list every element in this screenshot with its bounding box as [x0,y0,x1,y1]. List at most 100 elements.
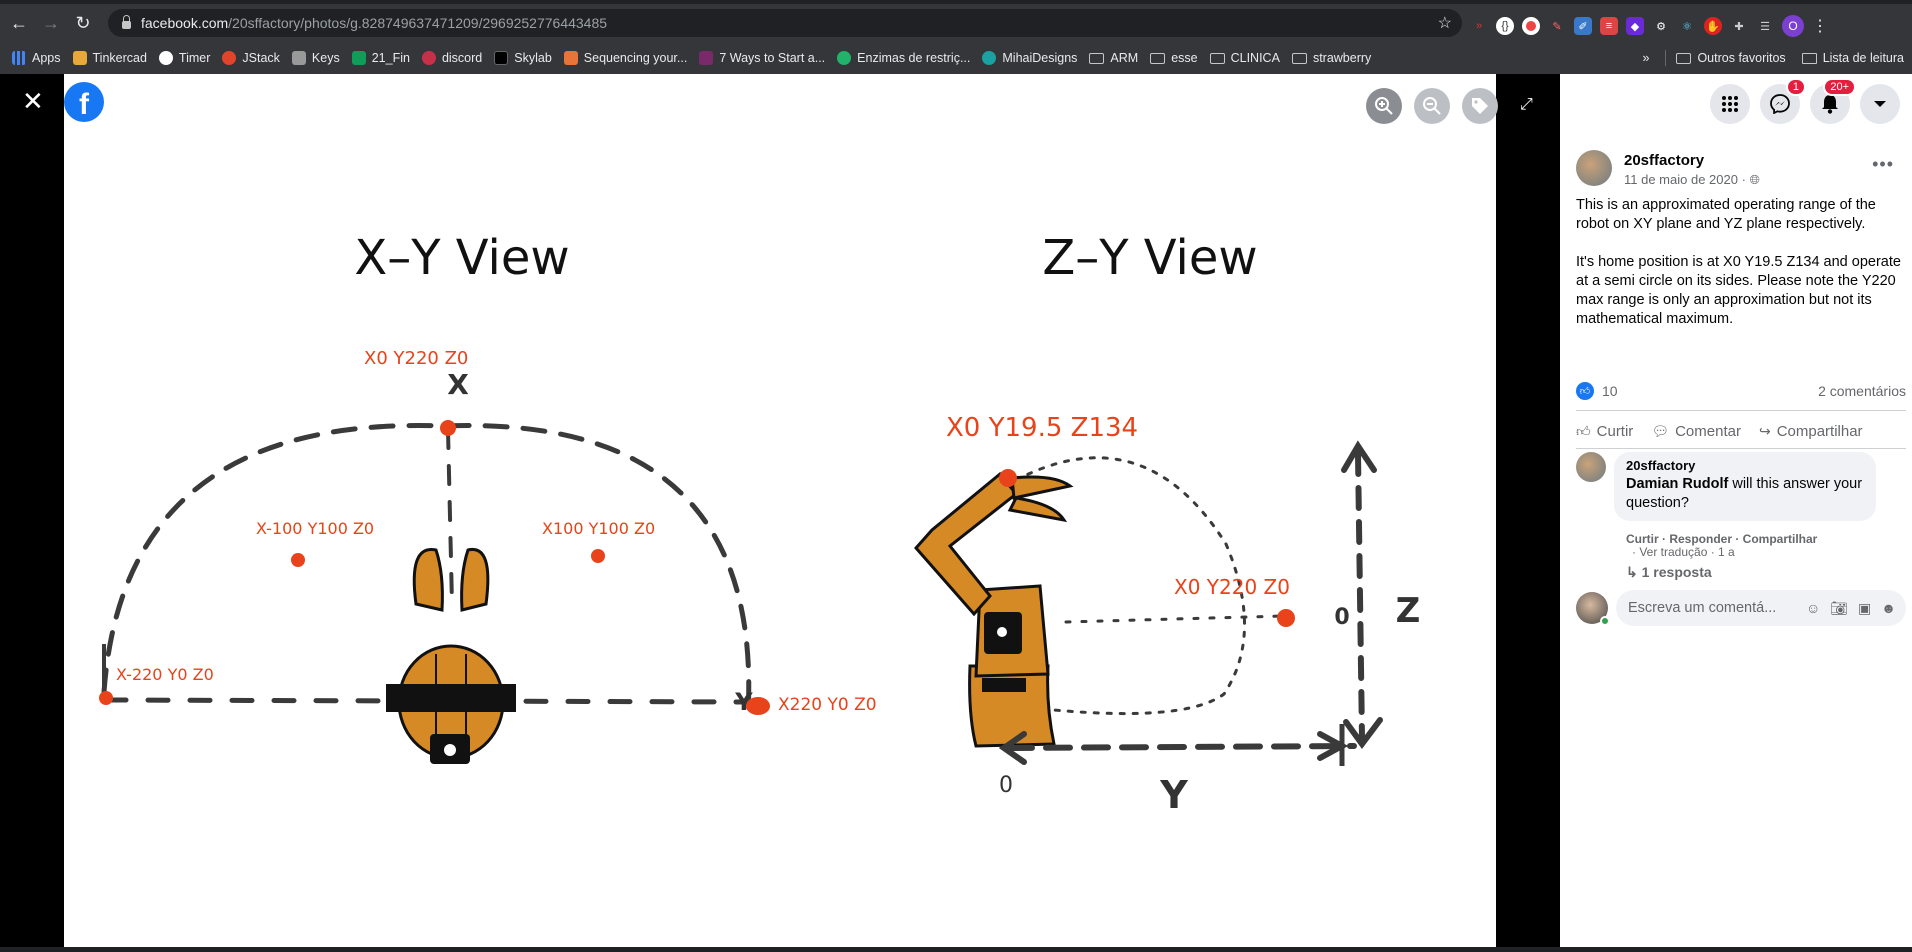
browser-chrome: ← → ↻ facebook.com/20sffactory/photos/g.… [0,0,1912,74]
photo-image: X–Y View Z–Y View X Y X0 Y220 Z0 X-100 Y… [64,74,1496,947]
double-chevron-icon[interactable]: » [1470,17,1488,35]
reactions-bar: 👍︎ 10 2 comentários [1576,382,1906,400]
comment-button[interactable]: 💬︎ Comentar [1651,423,1741,440]
keys-icon [291,51,306,65]
facebook-top-icons: 1 20+ [1710,78,1900,124]
zy-z-axis [1355,451,1365,741]
sticker-icon[interactable]: ☻ [1881,600,1896,617]
reload-icon[interactable]: ↻ [70,10,96,36]
bookmark-jstack[interactable]: JStack [222,51,280,65]
url-host: facebook.com [141,15,229,31]
bookmark-discord[interactable]: discord [421,51,482,65]
spy-extension-icon[interactable]: ⚙ [1652,17,1670,35]
bookmark-tinkercad[interactable]: Tinkercad [72,51,147,65]
like-button[interactable]: 👍︎ Curtir [1576,423,1633,440]
commenter-avatar[interactable] [1576,452,1606,482]
bookmark-strawberry[interactable]: strawberry [1291,51,1371,65]
emoji-icon[interactable]: ☺ [1806,600,1820,617]
bookmark-timer[interactable]: Timer [158,51,210,65]
browser-toolbar: ← → ↻ facebook.com/20sffactory/photos/g.… [0,4,1912,42]
comment-actions[interactable]: Curtir · Responder · Compartilhar [1626,532,1817,546]
json-extension-icon[interactable]: {} [1496,17,1514,35]
like-reaction-icon[interactable]: 👍︎ [1576,382,1594,400]
profile-avatar[interactable]: O [1782,15,1804,37]
shield-extension-icon[interactable]: ◆ [1626,17,1644,35]
gif-icon[interactable]: ▣ [1858,600,1871,617]
comment-translation-time[interactable]: · Ver tradução · 1 a [1632,545,1735,559]
globe-icon: 🌐︎ [1749,172,1760,187]
label-mid-left: X-100 Y100 Z0 [256,519,374,538]
lock-icon[interactable] [122,15,131,29]
reading-list[interactable]: Lista de leitura [1801,51,1904,65]
online-status-dot [1600,616,1610,626]
camera-icon[interactable]: 📷︎ [1830,600,1848,617]
post-sidebar: 1 20+ 20sffactory 11 de maio de 2020 · 🌐… [1560,74,1912,947]
bookmark-other-favorites[interactable]: Outros favoritos [1676,51,1786,65]
more-options-icon[interactable]: ••• [1872,154,1894,175]
post-date[interactable]: 11 de maio de 2020 · 🌐︎ [1624,172,1760,188]
url-text[interactable]: facebook.com/20sffactory/photos/g.828749… [141,15,607,31]
bookmark-skylab[interactable]: Skylab [494,51,552,65]
zoom-out-icon[interactable] [1414,88,1450,124]
bookmarks-overflow[interactable]: » [1643,51,1650,65]
dropper-extension-icon[interactable]: ✎ [1548,17,1566,35]
menu-grid-icon[interactable] [1710,84,1750,124]
notifications-bell-icon[interactable]: 20+ [1810,78,1856,124]
bookmark-esse[interactable]: esse [1150,51,1198,65]
bookmark-7-ways[interactable]: 7 Ways to Start a... [699,51,825,65]
thumbs-up-icon: 👍︎ [1576,422,1591,439]
zy-point-reach [1277,609,1295,627]
pen-extension-icon[interactable]: ✐ [1574,17,1592,35]
mention-link[interactable]: Damian Rudolf [1626,476,1728,492]
color-extension-icon[interactable] [1522,17,1540,35]
discord-icon [421,51,436,65]
view-replies-link[interactable]: ↳ 1 resposta [1626,564,1712,581]
bookmark-keys[interactable]: Keys [291,51,340,65]
author-name[interactable]: 20sffactory [1624,152,1704,169]
account-dropdown-icon[interactable] [1860,84,1900,124]
mihai-icon [982,51,997,65]
bookmark-sequencing[interactable]: Sequencing your... [563,51,687,65]
tag-icon[interactable] [1462,88,1498,124]
sequencing-icon [563,51,578,65]
divider [1576,410,1906,411]
zy-y-reach-line [1064,614,1286,624]
messenger-icon[interactable]: 1 [1760,78,1806,124]
bookmark-mihaidesigns[interactable]: MihaiDesigns [982,51,1077,65]
zy-axis-y-label: Y [1159,773,1188,817]
post-actions: 👍︎ Curtir 💬︎ Comentar ↪ Compartilhar [1576,414,1912,448]
bookmark-apps[interactable]: Apps [12,51,61,65]
commenter-name[interactable]: 20sffactory [1626,458,1864,473]
reading-mode-icon[interactable]: ☰ [1756,17,1774,35]
fullscreen-icon[interactable]: ⤢ [1520,96,1533,114]
zy-point-home [999,469,1017,487]
adblock-icon[interactable]: ✋ [1704,17,1722,35]
close-icon[interactable]: ✕ [22,88,44,114]
bookmark-21-fin[interactable]: 21_Fin [351,51,410,65]
forward-icon[interactable]: → [38,10,64,36]
bookmark-star-icon[interactable]: ☆ [1438,13,1452,33]
facebook-logo-icon[interactable]: f [64,82,104,122]
stack-extension-icon[interactable]: ≡ [1600,17,1618,35]
address-bar[interactable]: facebook.com/20sffactory/photos/g.828749… [108,9,1462,37]
back-icon[interactable]: ← [6,10,32,36]
likes-count[interactable]: 10 [1602,383,1618,399]
zy-y-axis [1005,743,1357,751]
author-avatar[interactable] [1576,150,1612,186]
ways-icon [699,51,714,65]
comment-bubble-icon: 💬︎ [1651,422,1670,439]
folder-icon [1089,52,1105,64]
bookmark-arm[interactable]: ARM [1089,51,1138,65]
puzzle-icon[interactable]: ✚ [1730,17,1748,35]
comments-count[interactable]: 2 comentários [1818,383,1906,399]
comment-input-icons: ☺ 📷︎ ▣ ☻ [1806,600,1896,617]
browser-menu-icon[interactable]: ⋮ [1812,16,1828,36]
react-devtools-icon[interactable]: ⚛ [1678,17,1696,35]
post-text: This is an approximated operating range … [1576,197,1901,327]
bookmark-enzimas[interactable]: Enzimas de restriç... [837,51,970,65]
zy-axis-z-label: Z [1396,591,1421,631]
comment-input[interactable]: Escreva um comentá... ☺ 📷︎ ▣ ☻ [1616,590,1906,626]
bookmark-clinica[interactable]: CLINICA [1209,51,1280,65]
zoom-in-icon[interactable] [1366,88,1402,124]
share-button[interactable]: ↪ Compartilhar [1759,423,1863,440]
